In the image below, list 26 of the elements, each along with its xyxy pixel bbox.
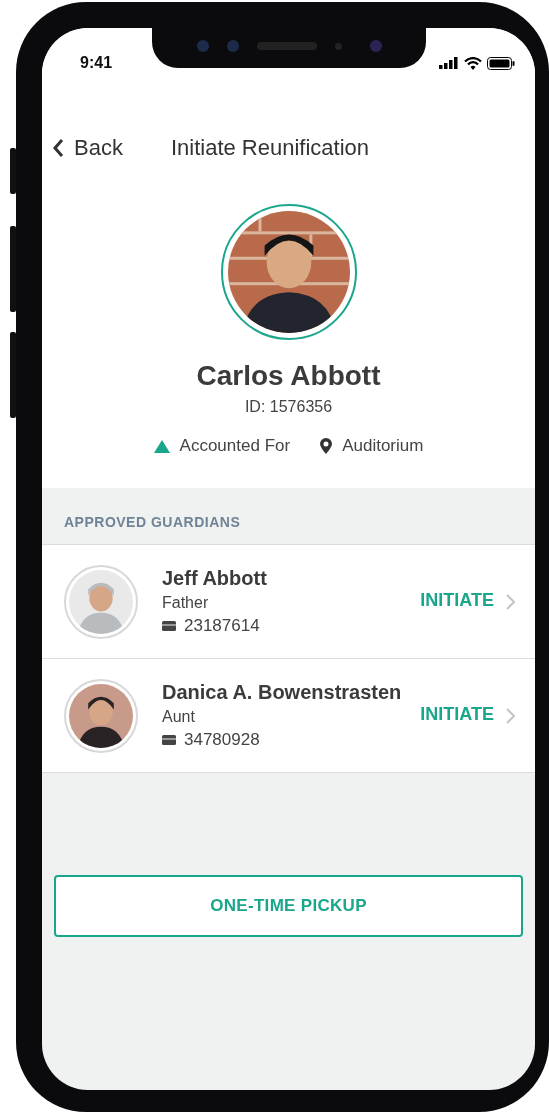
guardian-name: Jeff Abbott <box>162 567 268 590</box>
guardian-relation: Aunt <box>162 708 196 726</box>
location-text: Auditorium <box>342 436 424 456</box>
student-name: Carlos Abbott <box>196 360 381 392</box>
back-chevron-icon <box>52 138 64 158</box>
location-pin-icon <box>320 438 333 454</box>
wifi-icon <box>464 56 482 70</box>
guardian-row[interactable]: Danica A. Bowenstrasten Aunt 34780928 INITIATE <box>42 659 535 773</box>
signal-icon <box>439 57 459 69</box>
chevron-icon <box>506 593 515 610</box>
back-button[interactable]: Back <box>52 135 123 161</box>
student-id: ID: 1576356 <box>244 398 333 416</box>
status-time: 9:41 <box>80 54 113 72</box>
id-card-icon <box>162 735 176 745</box>
guardian-relation: Father <box>162 594 210 612</box>
chevron-icon <box>506 707 515 724</box>
section-heading: APPROVED GUARDIANS <box>63 513 242 532</box>
battery-icon <box>487 56 515 70</box>
guardian-name: Danica A. Bowenstrasten <box>162 681 403 704</box>
status-text: Accounted For <box>179 436 291 456</box>
card-number: 34780928 <box>184 730 260 750</box>
id-card-icon <box>162 621 176 631</box>
guardian-row[interactable]: Jeff Abbott Father 23187614 INITIATE <box>42 545 535 659</box>
card-number: 23187614 <box>184 616 260 636</box>
triangle-icon <box>153 439 170 453</box>
screen-title: Initiate Reunification <box>170 135 370 161</box>
